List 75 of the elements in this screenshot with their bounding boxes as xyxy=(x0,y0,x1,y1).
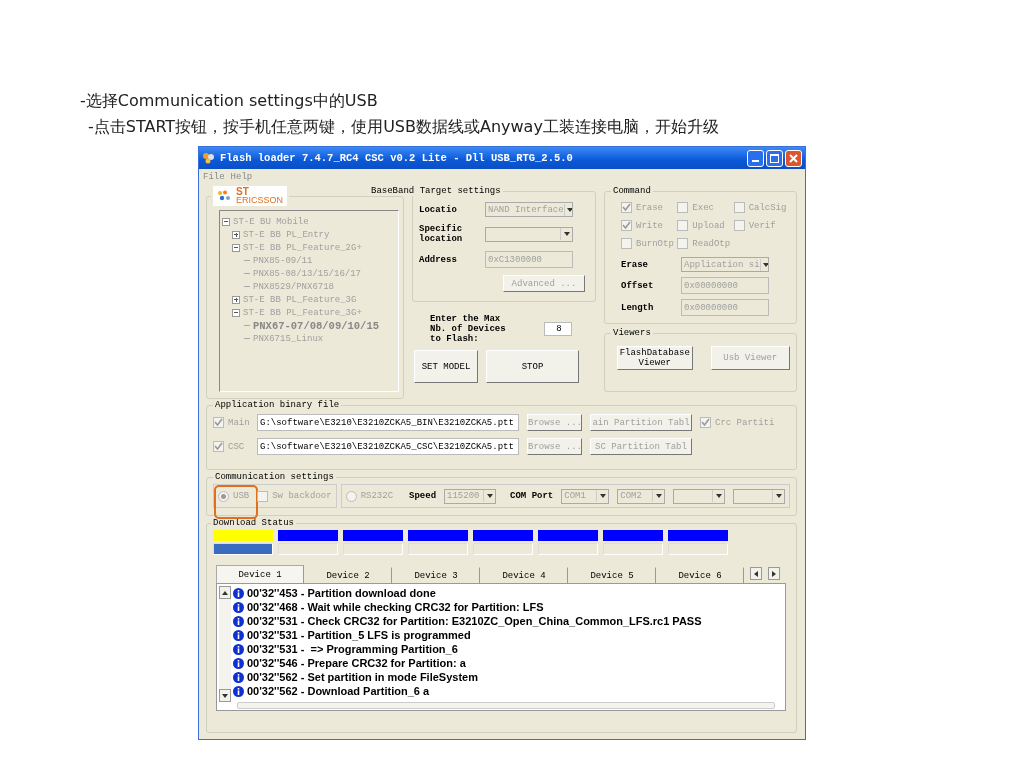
field-label: Enter the Max Nb. of Devices to Flash: xyxy=(430,314,507,344)
dropdown[interactable]: 115200 xyxy=(444,488,497,504)
log-entry: 00'32''468 - Wait while checking CRC32 for Partition: LFS xyxy=(247,601,544,613)
group-title: Target settings xyxy=(419,186,501,196)
field-label: Erase xyxy=(621,259,649,270)
log-entry: 00'32''453 - Partition download done xyxy=(247,587,436,599)
group-title: Command xyxy=(613,186,651,196)
field-label: Address xyxy=(419,254,458,265)
field-label: Speed xyxy=(409,491,437,501)
viewer-button[interactable]: FlashDatabase Viewer xyxy=(617,346,693,370)
group-title: Viewers xyxy=(613,328,651,338)
tree-item[interactable]: ST-E BB PL_Feature_3G xyxy=(243,294,357,305)
dropdown[interactable]: NAND Interface xyxy=(485,202,573,217)
field-label: Specific location xyxy=(419,224,464,244)
browse-button[interactable]: Browse ... xyxy=(527,414,582,431)
field-label: Locatio xyxy=(419,204,458,215)
file-path-field[interactable]: G:\software\E3210\E3210ZCKA5_BIN\E3210ZCKA5.ptt xyxy=(257,414,519,431)
partition-table-button[interactable]: ain Partition Tabl xyxy=(590,414,692,431)
instruction-text: -选择Communication settings中的USB xyxy=(80,90,379,112)
checkbox-label: ReadOtp xyxy=(692,238,731,249)
number-field[interactable]: 8 xyxy=(544,322,572,336)
tree-item[interactable]: ST-E BB PL_Feature_3G+ xyxy=(243,307,362,318)
option-label: USB xyxy=(233,491,250,501)
checkbox-label: Exec xyxy=(692,202,714,213)
action-button[interactable]: SET MODEL xyxy=(414,350,478,383)
log-entry: 00'32''531 - Check CRC32 for Partition: E3210ZC_Open_China_Common_LFS.rc1 PASS xyxy=(247,615,702,627)
menu-item[interactable]: File xyxy=(203,171,225,182)
checkbox-label: Erase xyxy=(636,202,663,213)
tree-item[interactable]: PNX8529/PNX6718 xyxy=(253,281,334,292)
tree-item[interactable]: ST-E BB PL_Feature_2G+ xyxy=(243,242,362,253)
field-label: Offset xyxy=(621,280,655,291)
checkbox-label: CSC xyxy=(228,441,245,452)
tree-item[interactable]: PNX85-09/11 xyxy=(253,255,313,266)
group-title: Communication settings xyxy=(215,472,334,482)
checkbox-label: Upload xyxy=(692,220,725,231)
checkbox-label: Crc Partiti xyxy=(715,417,775,428)
log-entry: 00'32''531 - Partition_5 LFS is programmed xyxy=(247,629,471,641)
tree-item[interactable]: PNX85-08/13/15/16/17 xyxy=(253,268,362,279)
instruction-text: -点击START按钮，按手机任意两键，使用USB数据线或Anyway工装连接电脑，开始升级 xyxy=(87,116,720,138)
browse-button[interactable]: Browse ... xyxy=(527,438,582,455)
logo-text: ERICSSON xyxy=(236,196,283,205)
partition-table-button[interactable]: SC Partition Tabl xyxy=(590,438,692,455)
file-path-field[interactable]: G:\software\E3210\E3210ZCKA5_CSC\E3210ZCKA5.ptt xyxy=(257,438,519,455)
checkbox-label: Verif xyxy=(748,220,776,231)
tree-item[interactable]: PNX6715_Linux xyxy=(253,333,324,344)
log-entry: 00'32''531 - => Programming Partition_6 xyxy=(247,643,458,655)
checkbox-label: Main xyxy=(228,417,250,428)
field-label: Length xyxy=(621,302,655,313)
text-field[interactable]: 0xC1300000 xyxy=(485,251,573,268)
log-entry: 00'32''562 - Set partition in mode FileSystem xyxy=(247,671,478,683)
field-label: COM Port xyxy=(510,491,554,501)
text-field[interactable]: 0x00000000 xyxy=(681,277,769,294)
dropdown[interactable]: COM2 xyxy=(617,488,666,504)
tree-item[interactable]: PNX67-07/08/09/10/15 xyxy=(253,319,380,332)
action-button[interactable]: STOP xyxy=(486,350,579,383)
option-label: RS232C xyxy=(360,491,394,501)
tree-item[interactable]: ST-E BU Mobile xyxy=(233,216,309,227)
dropdown[interactable]: Application si xyxy=(681,257,769,272)
log-entry: 00'32''546 - Prepare CRC32 for Partition: a xyxy=(247,657,466,669)
menu-item[interactable]: Help xyxy=(230,171,253,182)
logo-text: ST xyxy=(236,187,250,196)
log-entry: 00'32''562 - Download Partition_6 a xyxy=(247,685,430,697)
group-title: Application binary file xyxy=(215,400,340,410)
text-field[interactable]: 0x00000000 xyxy=(681,299,769,316)
checkbox-label: Write xyxy=(636,220,663,231)
window-title: Flash loader 7.4.7_RC4 CSC v0.2 Lite - Dll USB_RTG_2.5.0 xyxy=(220,152,573,164)
tree-item[interactable]: ST-E BB PL_Entry xyxy=(243,229,330,240)
option-label: Sw backdoor xyxy=(272,491,332,501)
checkbox-label: BurnOtp xyxy=(636,238,674,249)
device-tab[interactable]: Device 1 xyxy=(216,565,304,583)
advanced-button[interactable]: Advanced ... xyxy=(503,275,585,292)
group-title: Download Status xyxy=(213,518,294,528)
checkbox-label: CalcSig xyxy=(748,202,787,213)
dropdown[interactable]: COM1 xyxy=(561,488,610,504)
group-title: BaseBand xyxy=(371,186,415,196)
